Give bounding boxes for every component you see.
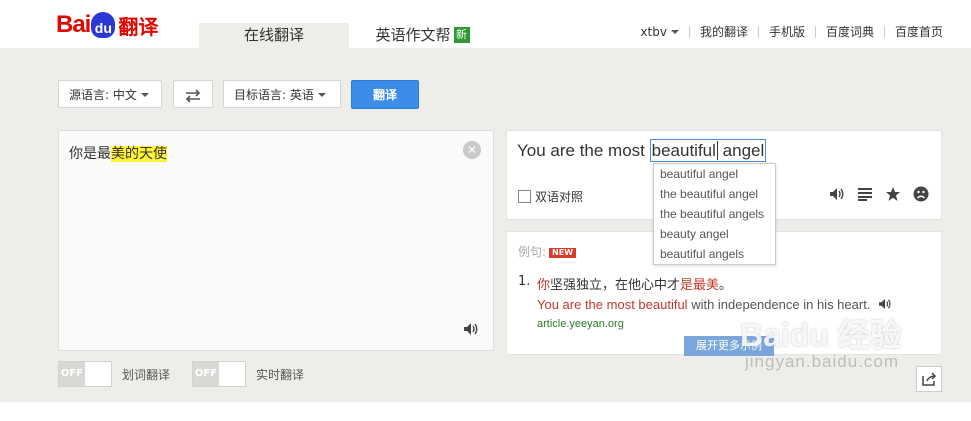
share-button[interactable] xyxy=(916,366,942,392)
toggle-state: OFF xyxy=(193,362,219,386)
baidu-translate-logo[interactable]: Bai du 翻译 xyxy=(56,10,158,40)
logo-fanyi: 翻译 xyxy=(118,14,159,39)
nav-dictionary[interactable]: 百度词典 xyxy=(816,23,884,40)
bilingual-checkbox[interactable] xyxy=(518,190,531,203)
select-translate-toggle[interactable]: OFF 划词翻译 xyxy=(58,361,170,387)
tab-online-translate[interactable]: 在线翻译 xyxy=(199,23,349,48)
source-language-label: 源语言: 中文 xyxy=(69,88,137,102)
source-text-highlight: 美的天使 xyxy=(111,146,167,162)
translation-editable-word[interactable]: beautiful angel xyxy=(649,139,767,162)
logo-bai: Bai xyxy=(56,11,91,38)
output-tools xyxy=(829,186,929,202)
nav-mobile[interactable]: 手机版 xyxy=(759,23,815,40)
chevron-down-icon xyxy=(317,93,326,97)
tab-label: 在线翻译 xyxy=(243,26,304,44)
text-lines-icon[interactable] xyxy=(857,187,873,201)
suggestion-item[interactable]: beauty angel xyxy=(654,224,775,244)
suggestion-dropdown: beautiful angel the beautiful angel the … xyxy=(653,163,776,265)
tab-label: 英语作文帮 xyxy=(375,26,451,44)
example-label-text: 例句: xyxy=(518,245,547,259)
nav-baidu-home[interactable]: 百度首页 xyxy=(885,23,943,40)
toggle-state: OFF xyxy=(59,362,85,386)
toggle-label: 实时翻译 xyxy=(256,367,305,382)
source-text-plain: 你是最 xyxy=(69,146,111,162)
watermark-text: Baidu 经验 xyxy=(740,317,902,353)
translate-button[interactable]: 翻译 xyxy=(351,80,419,109)
new-tag: NEW xyxy=(549,248,577,258)
example-zh-red: 你 xyxy=(537,278,551,293)
translation-text: You are the most beautiful angel xyxy=(517,139,767,162)
username: xtbv xyxy=(640,24,667,39)
suggestion-item[interactable]: beautiful angel xyxy=(654,164,775,184)
realtime-translate-toggle[interactable]: OFF 实时翻译 xyxy=(192,361,304,387)
logo-paw-icon: du xyxy=(91,12,116,38)
suggestion-item[interactable]: the beautiful angel xyxy=(654,184,775,204)
speaker-icon[interactable] xyxy=(463,322,479,336)
share-icon xyxy=(922,372,937,386)
word-angel[interactable]: angel xyxy=(723,141,765,160)
source-language-select[interactable]: 源语言: 中文 xyxy=(58,80,162,108)
example-en-red: You are the most beautiful xyxy=(537,297,688,312)
clear-icon[interactable]: ✕ xyxy=(463,141,481,159)
sad-face-icon[interactable] xyxy=(913,186,929,202)
new-badge: 新 xyxy=(453,27,470,43)
word-beautiful[interactable]: beautiful xyxy=(652,141,716,160)
bilingual-toggle[interactable]: 双语对照 xyxy=(518,188,583,205)
swap-icon xyxy=(185,88,201,103)
star-icon[interactable] xyxy=(885,186,901,202)
example-label: 例句: NEW xyxy=(518,243,577,260)
swap-languages-button[interactable] xyxy=(173,80,213,108)
target-language-select[interactable]: 目标语言: 英语 xyxy=(223,80,341,108)
example-chinese: 你坚强独立，在他心中才是最美。 xyxy=(537,274,732,293)
example-number: 1. xyxy=(518,274,531,289)
translation-prefix: You are the most xyxy=(517,141,645,160)
example-zh-text: 坚强独立，在他心中才 xyxy=(550,278,681,293)
nav-my-translations[interactable]: 我的翻译 xyxy=(690,23,758,40)
speaker-icon[interactable] xyxy=(829,187,845,201)
source-text: 你是最美的天使 xyxy=(69,143,167,163)
user-menu[interactable]: xtbv xyxy=(630,25,689,39)
top-nav: xtbv 我的翻译 手机版 百度词典 百度首页 xyxy=(630,23,943,40)
target-language-label: 目标语言: 英语 xyxy=(234,88,314,102)
example-source[interactable]: article.yeeyan.org xyxy=(537,318,624,330)
source-text-input[interactable]: 你是最美的天使 ✕ xyxy=(58,130,494,351)
example-zh-end: 。 xyxy=(719,278,733,293)
watermark-url: jingyan.baidu.com xyxy=(745,352,900,371)
toggle-label: 划词翻译 xyxy=(122,367,171,382)
chevron-down-icon xyxy=(670,29,679,34)
toggle-switch[interactable]: OFF xyxy=(192,361,246,387)
tab-essay-helper[interactable]: 英语作文帮新 xyxy=(355,23,490,48)
baidu-jingyan-watermark: Baidu 经验 xyxy=(740,310,902,356)
toggle-switch[interactable]: OFF xyxy=(58,361,112,387)
top-bar: Bai du 翻译 在线翻译 英语作文帮新 xtbv 我的翻译 手机版 百度词典… xyxy=(0,0,971,48)
suggestion-item[interactable]: the beautiful angels xyxy=(654,204,775,224)
speaker-icon[interactable] xyxy=(878,298,892,310)
chevron-down-icon xyxy=(140,93,149,97)
bilingual-label: 双语对照 xyxy=(535,190,584,204)
example-zh-red: 是最美 xyxy=(680,278,720,293)
suggestion-item[interactable]: beautiful angels xyxy=(654,244,775,264)
